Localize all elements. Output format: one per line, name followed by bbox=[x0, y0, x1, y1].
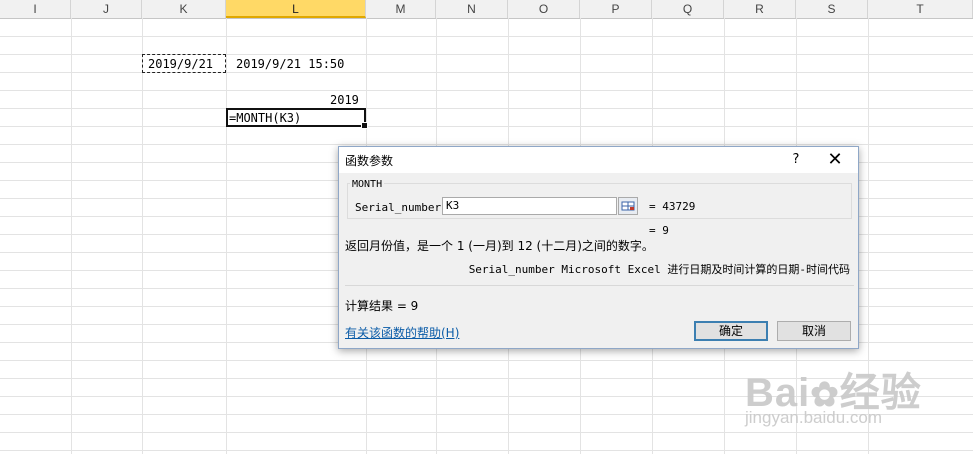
function-description: 返回月份值，是一个 1 (一月)到 12 (十二月)之间的数字。 bbox=[345, 239, 654, 253]
column-header-r[interactable]: R bbox=[724, 0, 796, 18]
fill-handle[interactable] bbox=[361, 122, 368, 129]
column-header-q[interactable]: Q bbox=[652, 0, 724, 18]
column-header-i[interactable]: I bbox=[0, 0, 71, 18]
column-header-k[interactable]: K bbox=[142, 0, 226, 18]
column-header-l[interactable]: L bbox=[226, 0, 366, 18]
column-header-bar: I J K L M N O P Q R S T bbox=[0, 0, 973, 19]
column-header-p[interactable]: P bbox=[580, 0, 652, 18]
cell-l5[interactable]: 2019 bbox=[330, 93, 359, 107]
parameter-description: Serial_number Microsoft Excel 进行日期及时间计算的… bbox=[468, 263, 850, 276]
column-header-t[interactable]: T bbox=[868, 0, 973, 18]
formula-result-preview: = 9 bbox=[649, 224, 669, 237]
help-button[interactable]: ? bbox=[786, 150, 806, 170]
cell-formula-text[interactable]: =MONTH(K3) bbox=[229, 111, 301, 125]
serial-number-input[interactable]: K3 bbox=[442, 197, 617, 215]
function-name-label: MONTH bbox=[350, 179, 385, 190]
dialog-titlebar[interactable]: 函数参数 ? ✕ bbox=[339, 147, 858, 173]
grid-line bbox=[142, 18, 143, 454]
column-header-j[interactable]: J bbox=[71, 0, 142, 18]
range-select-icon-graphic bbox=[621, 201, 635, 211]
grid-line bbox=[226, 18, 227, 454]
close-icon[interactable]: ✕ bbox=[823, 150, 847, 170]
range-select-icon[interactable] bbox=[618, 197, 638, 215]
watermark-url: jingyan.baidu.com bbox=[745, 408, 883, 427]
grid-line bbox=[0, 450, 973, 451]
cancel-button[interactable]: 取消 bbox=[777, 321, 851, 341]
column-header-n[interactable]: N bbox=[436, 0, 508, 18]
column-header-s[interactable]: S bbox=[796, 0, 868, 18]
divider bbox=[345, 285, 854, 286]
dialog-title: 函数参数 bbox=[345, 154, 394, 168]
active-cell-l6[interactable]: =MONTH(K3) bbox=[226, 108, 368, 129]
grid-line bbox=[0, 126, 973, 127]
grid-line bbox=[0, 108, 973, 109]
grid-line bbox=[0, 432, 973, 433]
function-arguments-dialog: 函数参数 ? ✕ MONTH Serial_number K3 = 43729 … bbox=[338, 146, 859, 349]
baidu-jingyan-watermark: Bai✿经验 jingyan.baidu.com bbox=[745, 360, 922, 427]
serial-number-label: Serial_number bbox=[355, 201, 442, 214]
cell-l3[interactable]: 2019/9/21 15:50 bbox=[236, 57, 344, 71]
function-help-link[interactable]: 有关该函数的帮助(H) bbox=[345, 324, 459, 341]
ok-button[interactable]: 确定 bbox=[694, 321, 768, 341]
argument-value: = 43729 bbox=[649, 200, 696, 213]
cell-k3[interactable]: 2019/9/21 bbox=[148, 57, 213, 71]
calculation-result: 计算结果 = 9 bbox=[345, 299, 419, 313]
column-header-o[interactable]: O bbox=[508, 0, 580, 18]
grid-line bbox=[71, 18, 72, 454]
grid-line bbox=[0, 144, 973, 145]
grid-line bbox=[0, 36, 973, 37]
grid-line bbox=[0, 90, 973, 91]
column-header-m[interactable]: M bbox=[366, 0, 436, 18]
